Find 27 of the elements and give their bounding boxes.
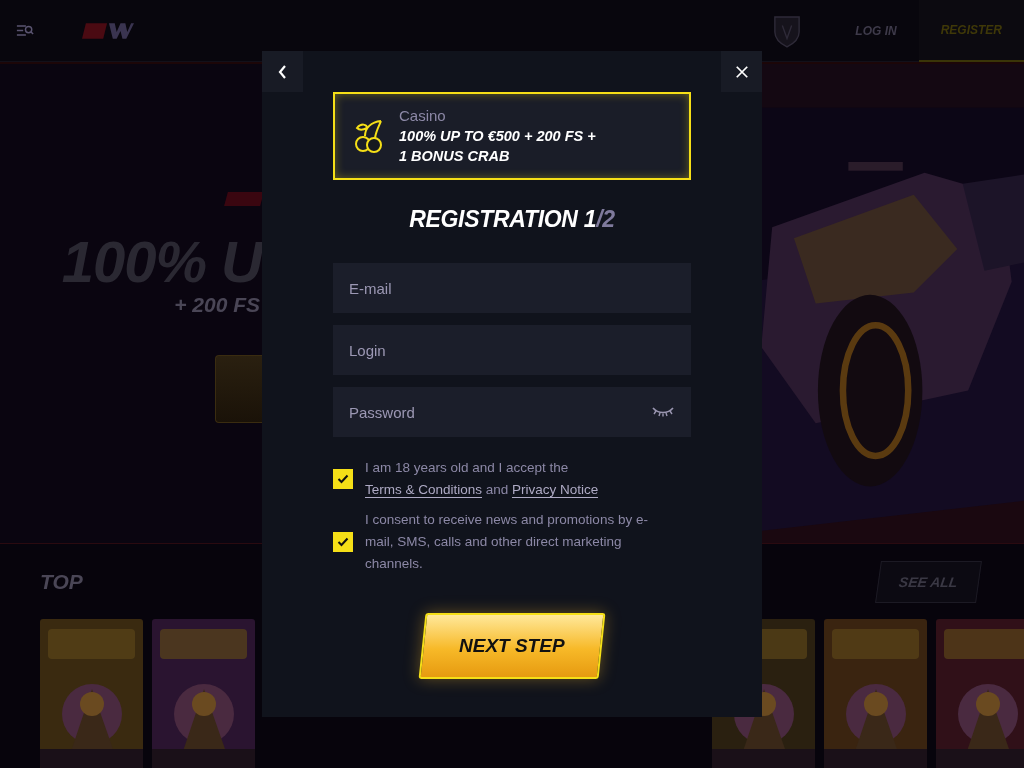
policy-link[interactable]: Privacy Notice bbox=[512, 482, 599, 498]
bonus-category: Casino bbox=[399, 106, 447, 124]
cherries-icon bbox=[353, 118, 385, 154]
hero-button[interactable] bbox=[215, 355, 262, 423]
section-title: TOP bbox=[40, 569, 83, 594]
checkbox[interactable] bbox=[333, 532, 353, 552]
registration-title: REGISTRATION 1 bbox=[409, 206, 597, 232]
password-field[interactable]: Password bbox=[333, 387, 691, 437]
step-total: /2 bbox=[596, 206, 615, 232]
consent-text: I consent to receive news and promotions by e-mail, SMS, calls and other direct marketing channels. bbox=[365, 511, 649, 573]
check-icon bbox=[337, 474, 349, 484]
close-button[interactable] bbox=[721, 51, 762, 92]
input-field[interactable]: E-mail bbox=[333, 263, 691, 313]
close-icon bbox=[734, 63, 749, 80]
check-icon bbox=[337, 537, 349, 547]
menu-search-icon[interactable] bbox=[16, 24, 34, 37]
next-step-button[interactable]: NEXT STEP bbox=[418, 613, 606, 679]
hero-subline: + 200 FS bbox=[174, 293, 260, 317]
bonus-offer: 100% UP TO €500 + 200 FS + 1 BONUS CRAB bbox=[399, 126, 596, 166]
consent-text: I am 18 years old and I accept the Terms & Conditions and Privacy Notice bbox=[365, 459, 600, 500]
promo-tag bbox=[224, 192, 264, 206]
checkbox[interactable] bbox=[333, 469, 353, 489]
input-field[interactable]: Login bbox=[333, 325, 691, 375]
hidden-eye-icon[interactable] bbox=[651, 406, 675, 418]
back-button[interactable] bbox=[262, 51, 303, 92]
shield-emblem-icon bbox=[773, 13, 802, 48]
policy-link[interactable]: Terms & Conditions bbox=[365, 482, 483, 498]
